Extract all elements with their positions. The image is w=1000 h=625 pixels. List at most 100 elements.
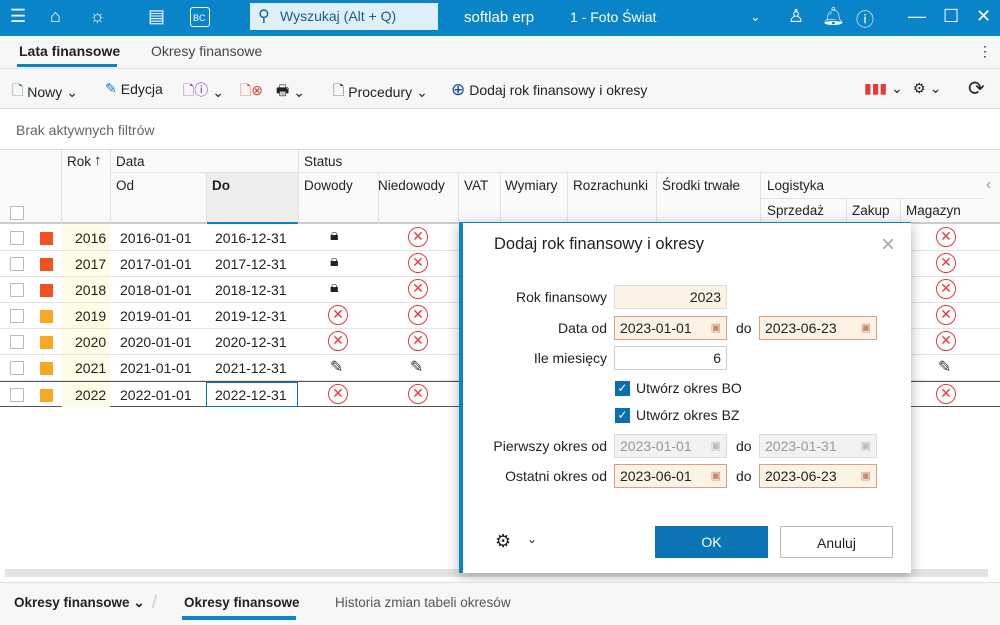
delete-button[interactable]: 🗋⊗ [240,80,263,104]
header-magazyn[interactable]: Magazyn [906,203,961,218]
view-dropdown[interactable]: Okresy finansowe ⌄ [14,595,145,611]
header-niedowody[interactable]: Niedowody [378,178,445,193]
header-dowody[interactable]: Dowody [304,178,353,193]
ok-button[interactable]: OK [655,526,768,558]
menu-icon[interactable]: ☰ [10,6,26,27]
chevron-down-icon: ⌄ [133,595,145,610]
add-fiscal-year-dialog: Dodaj rok finansowy i okresy × Rok finan… [459,222,911,573]
do-cell: 2017-12-31 [215,256,287,272]
header-vat[interactable]: VAT [464,178,488,193]
gears-icon[interactable]: ⚙ [495,531,511,552]
chart-button[interactable]: ▮▮▮ ⌄ [864,80,903,97]
header-wymiary[interactable]: Wymiary [505,178,557,193]
chevron-down-icon[interactable]: ⌄ [527,532,537,546]
new-document-icon: 🗋 [12,82,24,98]
bottom-tab-historia[interactable]: Historia zmian tabeli okresów [335,595,511,610]
rok-input[interactable]: 2023 [614,285,727,309]
row-checkbox[interactable] [10,283,24,297]
search-input[interactable]: ⚲ Wyszukaj (Alt + Q) [250,3,438,30]
settings-button[interactable]: ⚙ ⌄ [913,80,941,97]
header-srodki-trwale[interactable]: Środki trwałe [662,178,740,193]
rok-cell: 2022 [75,387,107,403]
close-window-icon[interactable]: ✕ [976,6,991,27]
new-label: Nowy [27,84,63,100]
tab-okresy-finansowe[interactable]: Okresy finansowe [151,43,262,59]
tab-bar: Lata finansowe Okresy finansowe ⋮ [0,36,1000,68]
search-placeholder: Wyszukaj (Alt + Q) [280,8,397,24]
procedures-label: Procedury [348,84,413,100]
refresh-icon[interactable]: ⟳ [968,76,985,101]
home-icon[interactable]: ⌂ [50,6,61,27]
row-checkbox[interactable] [10,231,24,245]
row-checkbox[interactable] [10,361,24,375]
select-all-checkbox[interactable] [10,206,24,220]
calendar-icon[interactable]: ▣ [861,321,871,334]
sort-arrow-up-icon[interactable]: ↑ [94,152,102,169]
bottom-tab-bar: Okresy finansowe ⌄ / Okresy finansowe Hi… [0,582,1000,625]
row-checkbox[interactable] [10,309,24,323]
calendar-icon[interactable]: ▣ [711,321,721,334]
do-label: do [736,320,752,336]
utworz-bz-checkbox[interactable]: ✓ [615,408,630,423]
data-do-input[interactable]: 2023-06-23 ▣ [759,316,877,340]
scroll-left-icon[interactable]: ‹ [986,176,991,194]
maximize-icon[interactable]: ☐ [943,6,959,27]
delete-document-icon: 🗋⊗ [240,82,263,98]
closed-x-icon: ✕ [936,305,956,325]
lightbulb-icon[interactable]: ☼ [89,6,106,27]
ostatni-od-value: 2023-06-01 [620,468,692,484]
bc-icon[interactable]: BC [190,7,210,27]
row-checkbox[interactable] [10,335,24,349]
closed-x-icon: ✕ [408,279,428,299]
user-icon[interactable]: ♙ [788,6,804,27]
tab-lata-finansowe[interactable]: Lata finansowe [19,43,120,59]
od-cell: 2017-01-01 [120,256,192,272]
closed-x-icon: ✕ [936,384,956,404]
header-od[interactable]: Od [116,178,134,193]
more-icon[interactable]: ⋮ [978,43,992,60]
row-checkbox[interactable] [10,257,24,271]
pierwszy-od-input: 2023-01-01 ▣ [614,434,727,458]
utworz-bo-checkbox[interactable]: ✓ [615,381,630,396]
title-bar: ☰ ⌂ ☼ ▤ BC ⚲ Wyszukaj (Alt + Q) softlab e… [0,0,1000,36]
close-icon[interactable]: × [881,231,895,259]
data-od-input[interactable]: 2023-01-01 ▣ [614,316,727,340]
new-button[interactable]: 🗋 Nowy ⌄ [12,80,78,104]
status-color-marker [40,310,53,323]
ostatni-do-input[interactable]: 2023-06-23 ▣ [759,464,877,488]
chevron-down-icon[interactable]: ⌄ [750,9,761,25]
procedures-button[interactable]: 🗋 Procedury ⌄ [333,80,428,104]
bar-chart-icon: ▮▮▮ [864,80,888,96]
data-od-value: 2023-01-01 [620,320,692,336]
ostatni-od-input[interactable]: 2023-06-01 ▣ [614,464,727,488]
header-do[interactable]: Do [212,178,230,193]
minimize-icon[interactable]: — [908,6,926,27]
header-zakup[interactable]: Zakup [852,203,890,218]
calendar-icon[interactable]: ▣ [861,469,871,482]
header-rok[interactable]: Rok [67,154,91,169]
ile-miesiecy-input[interactable]: 6 [614,346,727,370]
cancel-button[interactable]: Anuluj [780,526,893,558]
closed-x-icon: ✕ [936,331,956,351]
calendar-icon[interactable]: ▣ [711,469,721,482]
info-button[interactable]: 🗋ⓘ ⌄ [183,80,224,104]
help-icon[interactable]: ⓘ [856,6,874,32]
bell-icon[interactable]: 🔔︎ [822,6,845,27]
add-year-button[interactable]: ⊕ Dodaj rok finansowy i okresy [451,80,647,100]
company-selector[interactable]: 1 - Foto Świat [570,9,656,25]
pierwszy-do-input: 2023-01-31 ▣ [759,434,877,458]
info-document-icon: 🗋ⓘ [183,82,209,98]
view-dropdown-label: Okresy finansowe [14,595,130,610]
header-sprzedaz[interactable]: Sprzedaż [767,203,824,218]
edit-button[interactable]: ✎ Edycja [105,80,163,97]
bottom-tab-okresy[interactable]: Okresy finansowe [184,595,300,610]
row-checkbox[interactable] [10,388,24,402]
news-icon[interactable]: ▤ [148,6,165,27]
print-button[interactable]: 🖶 ⌄ [276,80,305,104]
gears-icon: ⚙ [913,80,926,96]
do-cell: 2018-12-31 [215,282,287,298]
status-color-marker [40,362,53,375]
header-rozrachunki[interactable]: Rozrachunki [573,178,648,193]
status-color-marker [40,336,53,349]
pierwszy-do-value: 2023-01-31 [765,438,837,454]
